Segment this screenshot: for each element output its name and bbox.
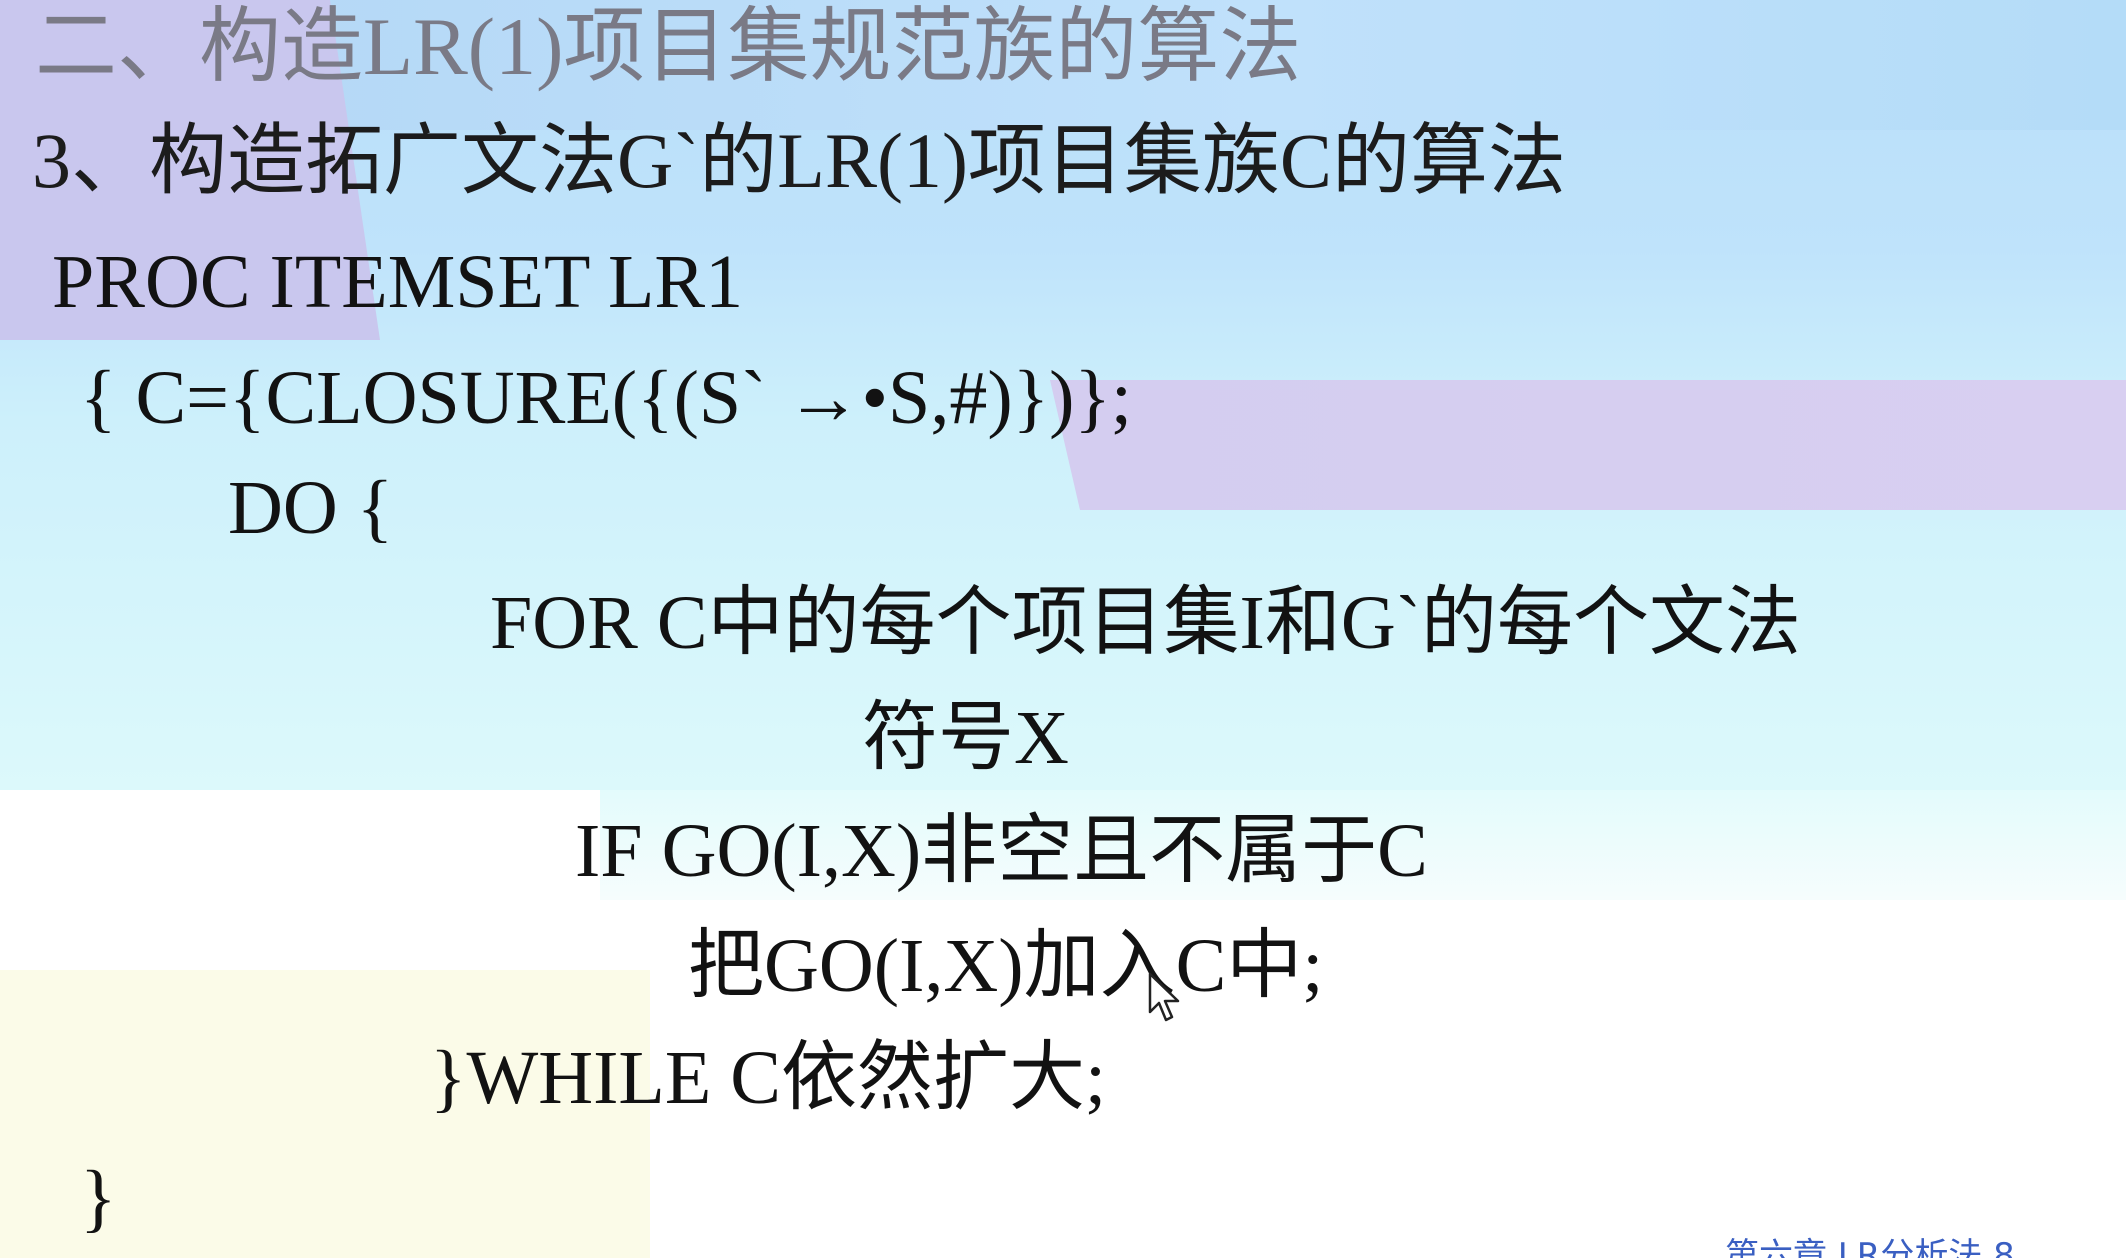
slide-subtitle: 3、构造拓广文法G`的LR(1)项目集族C的算法 [32, 117, 1566, 204]
code-line-for: FOR C中的每个项目集I和G`的每个文法 [490, 581, 1802, 665]
code-line-proc: PROC ITEMSET LR1 [52, 240, 744, 324]
code-line-for-cont: 符号X [862, 696, 1069, 780]
code-line-if: IF GO(I,X)非空且不属于C [575, 809, 1428, 893]
slide-footer: 第六章 LR分析法 8 [1725, 1236, 2015, 1258]
mouse-pointer-icon [1148, 972, 1180, 1022]
code-line-while: }WHILE C依然扩大; [430, 1036, 1107, 1120]
code-line-add: 把GO(I,X)加入C中; [688, 924, 1324, 1008]
code-line-do: DO { [228, 466, 394, 550]
code-line-init: { C={CLOSURE({(S` →•S,#)})}; [80, 356, 1133, 440]
code-line-end: } [80, 1156, 117, 1240]
slide-title: 二、构造LR(1)项目集规范族的算法 [35, 1, 1302, 92]
slide: 二、构造LR(1)项目集规范族的算法 3、构造拓广文法G`的LR(1)项目集族C… [0, 0, 2126, 1258]
